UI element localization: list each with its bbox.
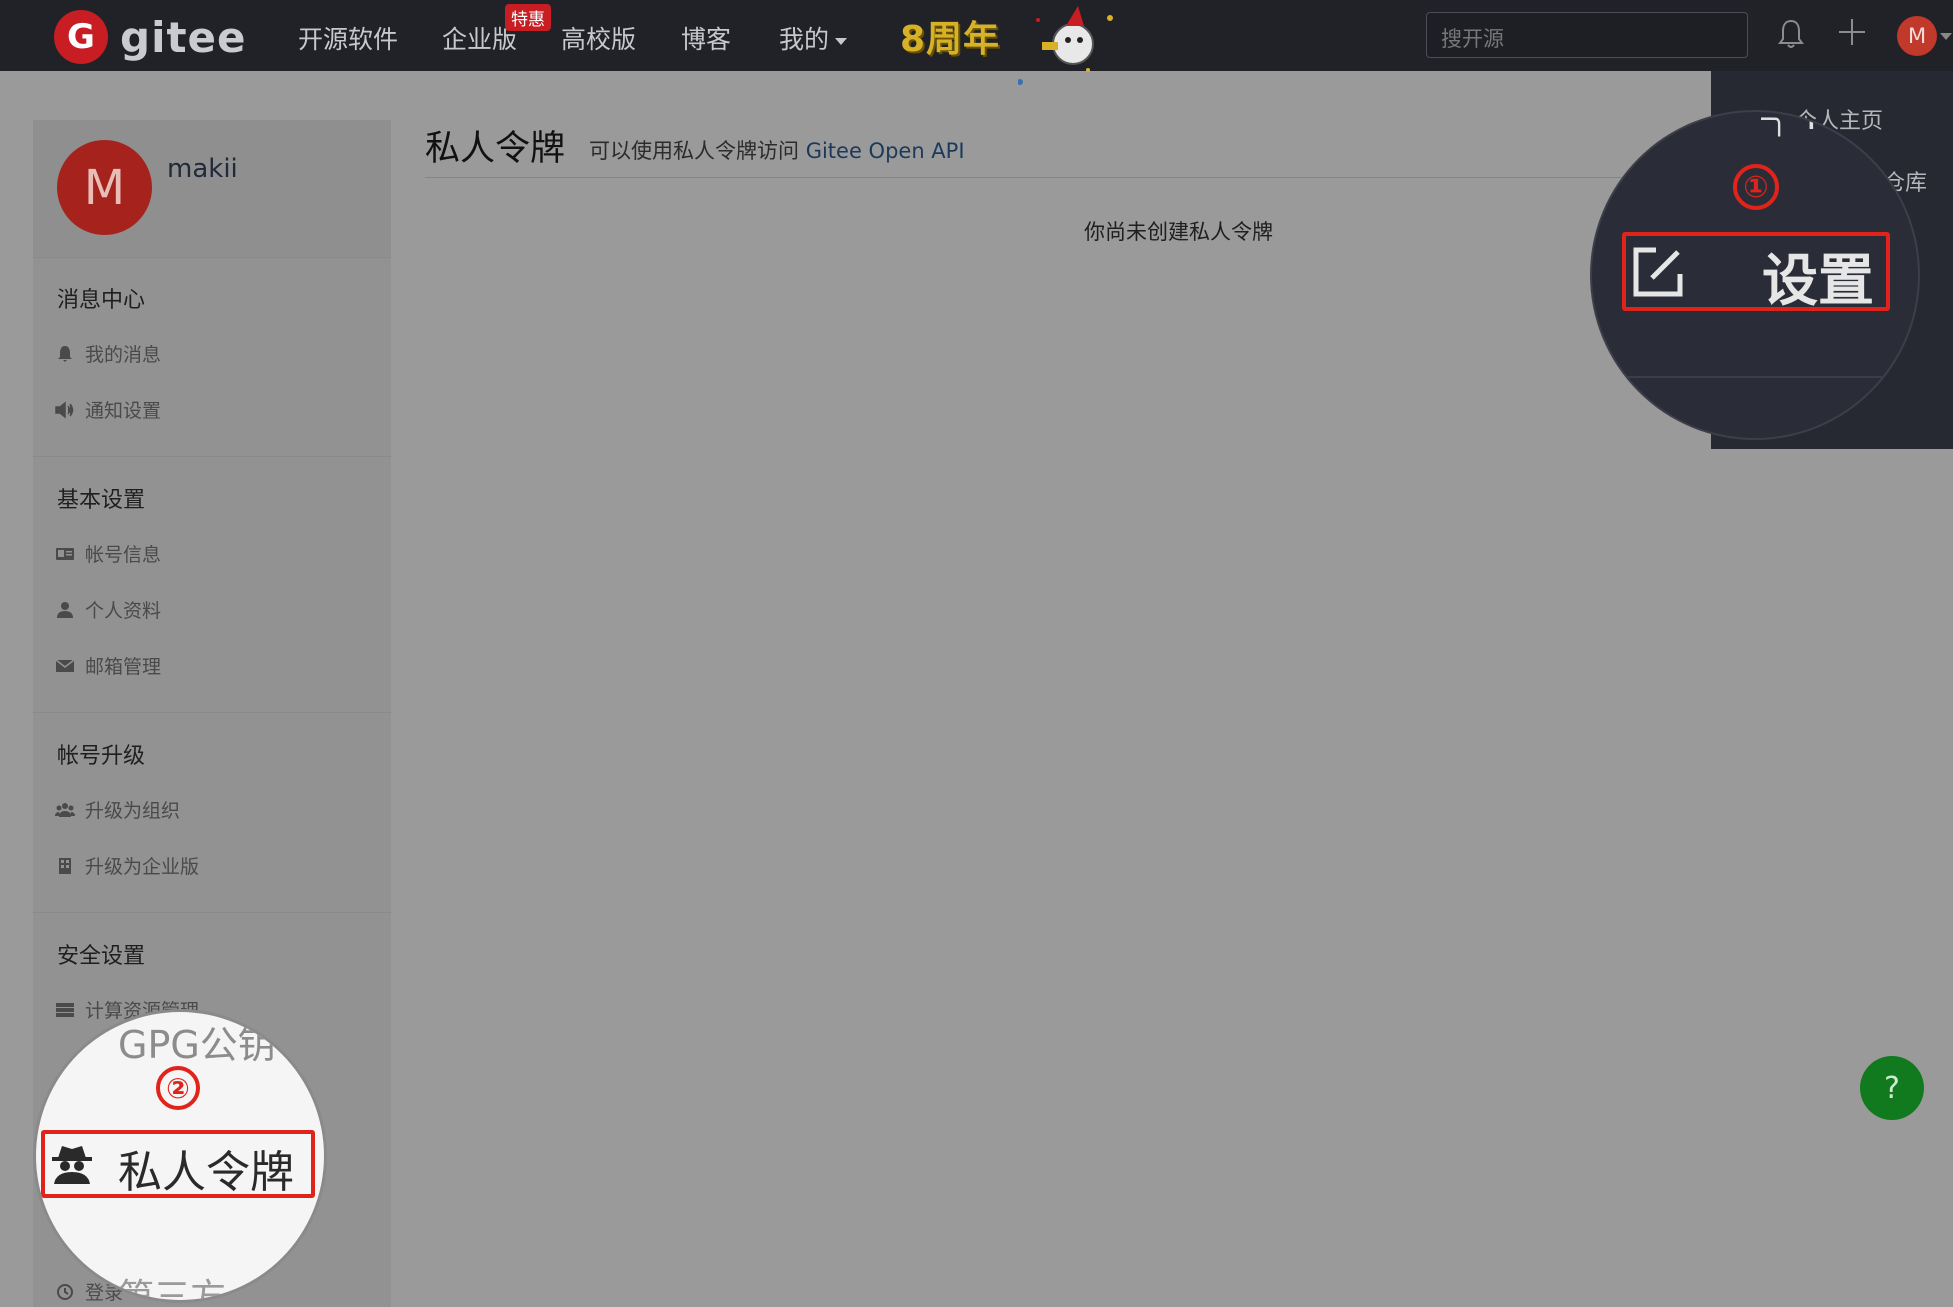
bell-icon: [58, 345, 72, 362]
nav-university[interactable]: 高校版: [561, 20, 636, 56]
promo-badge: 特惠: [505, 4, 551, 31]
chevron-down-icon: [835, 37, 848, 45]
sidebar-item-account-info[interactable]: 帐号信息: [55, 540, 161, 567]
top-navbar: G gitee 开源软件 企业版 特惠 高校版 博客 我的 8周年 搜开源 M: [0, 0, 1953, 85]
bell-icon[interactable]: [1776, 18, 1806, 50]
avatar[interactable]: M: [57, 140, 152, 235]
edit-icon: [1633, 247, 1683, 297]
sidebar-item-label: 帐号信息: [85, 544, 162, 566]
history-icon: [57, 1283, 73, 1300]
settings-menu-item[interactable]: 设置: [1762, 236, 1874, 317]
divider: [33, 456, 391, 457]
empty-state-message: 你尚未创建私人令牌: [1084, 220, 1273, 244]
envelope-icon: [55, 658, 75, 672]
spy-icon: [52, 1146, 92, 1184]
divider: [33, 712, 391, 713]
anniversary-banner[interactable]: 8周年: [898, 6, 1138, 85]
speaker-icon: [55, 400, 74, 419]
nav-open-source[interactable]: 开源软件: [298, 20, 398, 56]
magnifier-callout-private-token: GPG公钥 ② 私人令牌 第三方: [36, 1012, 324, 1300]
users-icon: [55, 802, 75, 817]
help-button[interactable]: ?: [1860, 1056, 1924, 1120]
magnifier-callout-settings: ╶╮ ↑ ① 设置: [1592, 112, 1918, 438]
nav-mine-label: 我的: [779, 25, 830, 54]
nav-blog[interactable]: 博客: [681, 20, 731, 56]
sidebar-item-label: 升级为组织: [85, 800, 181, 822]
sidebar-item-email[interactable]: 邮箱管理: [55, 652, 161, 679]
search-input[interactable]: 搜开源: [1426, 12, 1748, 58]
anniversary-text: 8周年: [900, 19, 1001, 60]
section-account-upgrade: 帐号升级: [57, 744, 146, 769]
plus-icon[interactable]: [1836, 16, 1868, 48]
page-subtitle: 可以使用私人令牌访问 Gitee Open API: [589, 135, 965, 165]
step-number-2: ②: [156, 1066, 200, 1110]
callout-fragment: 第三方: [118, 1277, 227, 1300]
user-icon: [57, 601, 73, 618]
mascot-icon: [1018, 6, 1113, 85]
page-title: 私人令牌: [425, 129, 566, 169]
sidebar-item-upgrade-org[interactable]: 升级为组织: [55, 796, 180, 823]
sidebar-item-label: 通知设置: [85, 400, 162, 422]
sidebar-item-label: 邮箱管理: [85, 656, 162, 678]
sidebar-item-label: 我的消息: [85, 344, 162, 366]
sidebar-item-upgrade-enterprise[interactable]: 升级为企业版: [55, 852, 199, 879]
sidebar-item-label: 个人资料: [85, 600, 162, 622]
callout-fragment: GPG公钥: [118, 1023, 276, 1067]
id-card-icon: [56, 547, 74, 560]
username[interactable]: makii: [167, 154, 238, 184]
logo-text: gitee: [120, 12, 247, 62]
user-avatar[interactable]: M: [1897, 16, 1937, 56]
gitee-logo[interactable]: G gitee: [54, 10, 247, 64]
section-security-settings: 安全设置: [57, 944, 146, 969]
sidebar-item-my-messages[interactable]: 我的消息: [55, 340, 161, 367]
open-api-link[interactable]: Gitee Open API: [806, 139, 965, 163]
callout-fragment: ╶╮ ↑: [1752, 112, 1824, 137]
nav-mine[interactable]: 我的: [779, 20, 848, 56]
sidebar-item-profile[interactable]: 个人资料: [55, 596, 161, 623]
sidebar-profile: M makii: [33, 120, 391, 258]
step-number-1: ①: [1733, 164, 1779, 210]
title-divider: [425, 177, 1715, 178]
private-token-menu-item[interactable]: 私人令牌: [118, 1136, 294, 1200]
building-icon: [59, 857, 71, 874]
section-messages: 消息中心: [57, 288, 146, 313]
menu-divider: [1592, 376, 1918, 378]
section-basic-settings: 基本设置: [57, 488, 146, 513]
subtitle-text: 可以使用私人令牌访问: [589, 139, 799, 163]
logo-mark: G: [54, 10, 108, 64]
chevron-down-icon[interactable]: [1940, 33, 1952, 40]
divider: [33, 912, 391, 913]
sidebar-item-notification-settings[interactable]: 通知设置: [55, 396, 161, 423]
server-icon: [56, 1002, 74, 1017]
sidebar-item-label: 升级为企业版: [85, 856, 200, 878]
